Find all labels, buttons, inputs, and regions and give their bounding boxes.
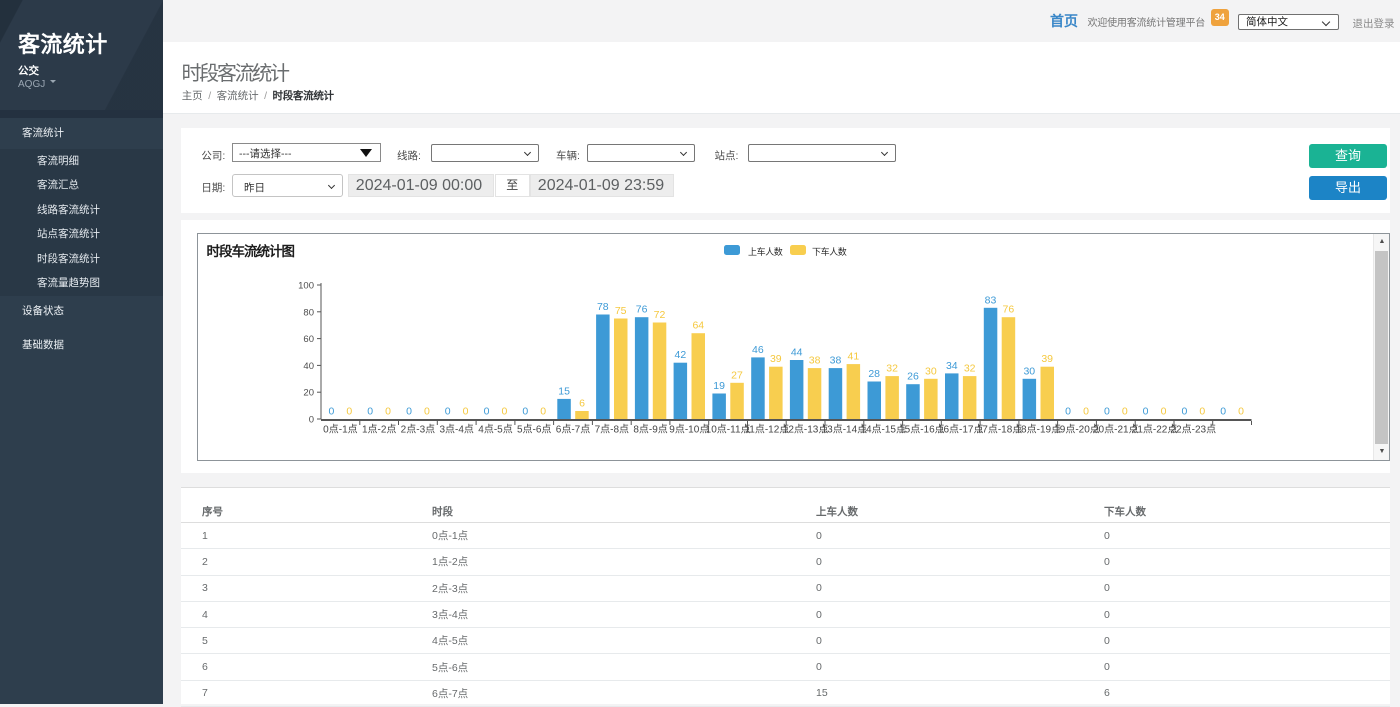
svg-text:78: 78 <box>597 301 609 313</box>
svg-text:9点-10点: 9点-10点 <box>669 424 709 436</box>
svg-text:75: 75 <box>615 305 627 317</box>
svg-text:60: 60 <box>303 334 314 345</box>
svg-text:76: 76 <box>636 304 648 316</box>
svg-text:0: 0 <box>1181 406 1187 418</box>
svg-text:1点-2点: 1点-2点 <box>362 424 396 436</box>
svg-text:39: 39 <box>1041 353 1053 365</box>
svg-text:32: 32 <box>964 363 976 375</box>
svg-text:0: 0 <box>1104 406 1110 418</box>
svg-text:41: 41 <box>848 351 860 363</box>
svg-text:0点-1点: 0点-1点 <box>323 424 357 436</box>
svg-text:3点-4点: 3点-4点 <box>439 424 473 436</box>
svg-text:6点-7点: 6点-7点 <box>556 424 590 436</box>
svg-text:28: 28 <box>868 368 880 380</box>
svg-text:0: 0 <box>309 415 314 426</box>
svg-text:0: 0 <box>406 406 412 418</box>
svg-text:15: 15 <box>558 385 570 397</box>
svg-text:38: 38 <box>809 355 821 367</box>
svg-text:6: 6 <box>579 398 585 410</box>
svg-text:0: 0 <box>501 406 507 418</box>
svg-text:46: 46 <box>752 344 764 356</box>
svg-text:26: 26 <box>907 371 919 383</box>
svg-text:0: 0 <box>1220 406 1226 418</box>
svg-text:0: 0 <box>463 406 469 418</box>
svg-text:0: 0 <box>522 406 528 418</box>
svg-text:80: 80 <box>303 307 314 318</box>
svg-text:19: 19 <box>713 380 725 392</box>
svg-text:64: 64 <box>692 320 704 332</box>
svg-text:0: 0 <box>1083 406 1089 418</box>
svg-text:27: 27 <box>731 369 743 381</box>
svg-text:76: 76 <box>1003 304 1015 316</box>
svg-text:0: 0 <box>540 406 546 418</box>
svg-text:5点-6点: 5点-6点 <box>517 424 551 436</box>
svg-text:32: 32 <box>886 363 898 375</box>
svg-text:0: 0 <box>1199 406 1205 418</box>
svg-text:30: 30 <box>1023 365 1035 377</box>
svg-text:22点-23点: 22点-23点 <box>1171 424 1217 436</box>
svg-text:0: 0 <box>385 406 391 418</box>
svg-text:83: 83 <box>985 294 997 306</box>
svg-text:0: 0 <box>346 406 352 418</box>
svg-text:72: 72 <box>654 309 666 321</box>
svg-text:0: 0 <box>1238 406 1244 418</box>
svg-text:0: 0 <box>1161 406 1167 418</box>
svg-text:100: 100 <box>298 281 314 292</box>
svg-text:0: 0 <box>1143 406 1149 418</box>
svg-text:30: 30 <box>925 365 937 377</box>
svg-text:0: 0 <box>1122 406 1128 418</box>
svg-text:38: 38 <box>830 355 842 367</box>
svg-text:0: 0 <box>484 406 490 418</box>
svg-text:0: 0 <box>1065 406 1071 418</box>
svg-text:42: 42 <box>675 349 687 361</box>
svg-text:0: 0 <box>367 406 373 418</box>
svg-text:8点-9点: 8点-9点 <box>633 424 667 436</box>
svg-text:4点-5点: 4点-5点 <box>478 424 512 436</box>
svg-text:39: 39 <box>770 353 782 365</box>
svg-text:0: 0 <box>445 406 451 418</box>
svg-text:20: 20 <box>303 388 314 399</box>
svg-text:44: 44 <box>791 347 803 359</box>
svg-text:0: 0 <box>424 406 430 418</box>
svg-text:0: 0 <box>328 406 334 418</box>
svg-text:40: 40 <box>303 361 314 372</box>
svg-text:34: 34 <box>946 360 958 372</box>
svg-text:7点-8点: 7点-8点 <box>595 424 629 436</box>
svg-text:2点-3点: 2点-3点 <box>401 424 435 436</box>
